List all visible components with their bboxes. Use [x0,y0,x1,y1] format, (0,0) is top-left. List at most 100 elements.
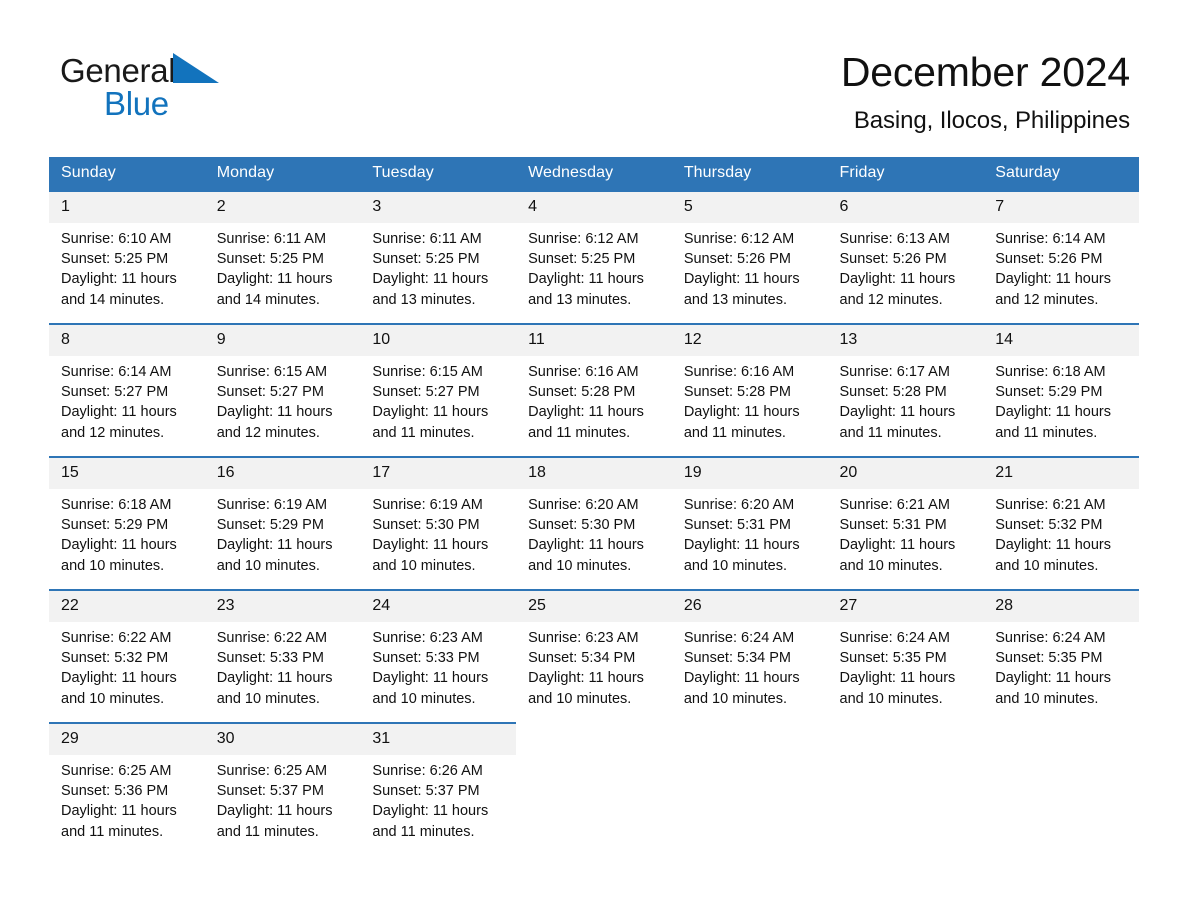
weekday-header-thursday: Thursday [671,157,828,191]
day-cell[interactable]: 9 Sunrise: 6:15 AM Sunset: 5:27 PM Daylight… [204,323,361,457]
day-cell[interactable]: 28 Sunrise: 6:24 AM Sunset: 5:35 PM Dayligh… [983,589,1139,723]
day-details: Sunrise: 6:21 AM Sunset: 5:32 PM Daylight:… [983,489,1139,576]
sunset-text: Sunset: 5:35 PM [995,650,1103,667]
day-cell[interactable]: 24 Sunrise: 6:23 AM Sunset: 5:33 PM Dayligh… [360,589,517,723]
daylight-text: Daylight: 11 hours and 10 minutes. [216,670,333,707]
day-cell[interactable]: 2 Sunrise: 6:11 AM Sunset: 5:25 PM Daylight… [204,190,361,324]
day-number: 27 [827,591,984,622]
sunset-text: Sunset: 5:33 PM [372,650,480,667]
day-details: Sunrise: 6:24 AM Sunset: 5:35 PM Daylight:… [983,622,1139,709]
sunrise-text: Sunrise: 6:16 AM [683,364,795,380]
sunrise-text: Sunrise: 6:19 AM [216,497,328,513]
day-cell[interactable]: 6 Sunrise: 6:13 AM Sunset: 5:26 PM Daylight… [827,190,984,324]
sunrise-text: Sunrise: 6:15 AM [372,364,483,380]
day-cell[interactable]: 29 Sunrise: 6:25 AM Sunset: 5:36 PM Dayligh… [49,722,205,856]
week-row: 1 Sunrise: 6:10 AM Sunset: 5:25 PM Daylight… [49,190,1139,324]
day-number: 10 [360,325,517,356]
sunrise-text: Sunrise: 6:15 AM [216,364,328,380]
daylight-text: Daylight: 11 hours and 14 minutes. [216,271,333,308]
daylight-text: Daylight: 11 hours and 10 minutes. [683,537,800,574]
sunrise-text: Sunrise: 6:21 AM [995,497,1106,513]
day-details: Sunrise: 6:12 AM Sunset: 5:26 PM Daylight:… [672,223,828,310]
weekday-header-tuesday: Tuesday [360,157,517,191]
week-row: 22 Sunrise: 6:22 AM Sunset: 5:32 PM Dayligh… [49,589,1139,723]
day-cell[interactable]: 1 Sunrise: 6:10 AM Sunset: 5:25 PM Daylight… [49,190,205,324]
daylight-text: Daylight: 11 hours and 12 minutes. [839,271,956,308]
weekday-header-monday: Monday [204,157,361,191]
day-number: 31 [360,724,517,755]
day-details: Sunrise: 6:11 AM Sunset: 5:25 PM Daylight:… [360,223,516,310]
weekday-header-saturday: Saturday [983,157,1139,191]
day-details: Sunrise: 6:22 AM Sunset: 5:32 PM Daylight:… [49,622,205,709]
day-cell[interactable]: 25 Sunrise: 6:23 AM Sunset: 5:34 PM Dayligh… [516,589,672,723]
day-details: Sunrise: 6:11 AM Sunset: 5:25 PM Daylight:… [205,223,361,310]
day-cell[interactable]: 3 Sunrise: 6:11 AM Sunset: 5:25 PM Daylight… [360,190,517,324]
daylight-text: Daylight: 11 hours and 10 minutes. [372,670,489,707]
day-cell[interactable]: 8 Sunrise: 6:14 AM Sunset: 5:27 PM Daylight… [49,323,205,457]
sunrise-text: Sunrise: 6:12 AM [528,231,639,247]
sunrise-text: Sunrise: 6:22 AM [61,630,172,646]
day-cell[interactable]: 5 Sunrise: 6:12 AM Sunset: 5:26 PM Daylight… [671,190,828,324]
sunrise-text: Sunrise: 6:26 AM [372,763,483,779]
day-cell[interactable]: 19 Sunrise: 6:20 AM Sunset: 5:31 PM Dayligh… [671,456,828,590]
day-cell[interactable]: 14 Sunrise: 6:18 AM Sunset: 5:29 PM Dayligh… [983,323,1139,457]
sunset-text: Sunset: 5:27 PM [216,384,324,401]
sunset-text: Sunset: 5:37 PM [216,783,324,800]
sunset-text: Sunset: 5:33 PM [216,650,324,667]
day-cell[interactable]: 31 Sunrise: 6:26 AM Sunset: 5:37 PM Dayligh… [360,722,517,856]
day-cell[interactable]: 22 Sunrise: 6:22 AM Sunset: 5:32 PM Dayligh… [49,589,205,723]
sunrise-text: Sunrise: 6:12 AM [683,231,795,247]
sunset-text: Sunset: 5:31 PM [839,517,947,534]
day-details: Sunrise: 6:23 AM Sunset: 5:33 PM Daylight:… [360,622,516,709]
day-number: 24 [360,591,517,622]
daylight-text: Daylight: 11 hours and 13 minutes. [372,271,489,308]
day-cell[interactable]: 16 Sunrise: 6:19 AM Sunset: 5:29 PM Dayligh… [204,456,361,590]
day-cell[interactable]: 18 Sunrise: 6:20 AM Sunset: 5:30 PM Dayligh… [516,456,672,590]
day-cell-empty [827,722,984,856]
day-number: 3 [360,192,517,223]
day-cell[interactable]: 13 Sunrise: 6:17 AM Sunset: 5:28 PM Dayligh… [827,323,984,457]
day-cell[interactable]: 17 Sunrise: 6:19 AM Sunset: 5:30 PM Dayligh… [360,456,517,590]
sunrise-text: Sunrise: 6:22 AM [216,630,328,646]
day-cell[interactable]: 26 Sunrise: 6:24 AM Sunset: 5:34 PM Dayligh… [671,589,828,723]
day-cell[interactable]: 15 Sunrise: 6:18 AM Sunset: 5:29 PM Dayligh… [49,456,205,590]
day-details: Sunrise: 6:25 AM Sunset: 5:37 PM Daylight:… [205,755,361,842]
sunrise-text: Sunrise: 6:11 AM [216,231,327,247]
day-details: Sunrise: 6:18 AM Sunset: 5:29 PM Daylight:… [49,489,205,576]
day-number: 30 [204,724,361,755]
sunset-text: Sunset: 5:25 PM [216,251,324,268]
day-details: Sunrise: 6:12 AM Sunset: 5:25 PM Daylight:… [516,223,672,310]
day-details: Sunrise: 6:14 AM Sunset: 5:27 PM Daylight:… [49,356,205,443]
day-details: Sunrise: 6:20 AM Sunset: 5:30 PM Daylight:… [516,489,672,576]
day-details: Sunrise: 6:16 AM Sunset: 5:28 PM Daylight:… [672,356,828,443]
day-cell[interactable]: 10 Sunrise: 6:15 AM Sunset: 5:27 PM Dayligh… [360,323,517,457]
day-cell[interactable]: 11 Sunrise: 6:16 AM Sunset: 5:28 PM Dayligh… [516,323,672,457]
sunset-text: Sunset: 5:25 PM [528,251,636,268]
day-number: 25 [516,591,672,622]
day-cell[interactable]: 4 Sunrise: 6:12 AM Sunset: 5:25 PM Daylight… [516,190,672,324]
day-number: 23 [204,591,361,622]
day-details: Sunrise: 6:20 AM Sunset: 5:31 PM Daylight:… [672,489,828,576]
sunset-text: Sunset: 5:25 PM [372,251,480,268]
day-cell[interactable]: 20 Sunrise: 6:21 AM Sunset: 5:31 PM Dayligh… [827,456,984,590]
day-number: 2 [204,192,361,223]
day-cell-empty [516,722,672,856]
day-cell[interactable]: 7 Sunrise: 6:14 AM Sunset: 5:26 PM Daylight… [983,190,1139,324]
day-cell[interactable]: 23 Sunrise: 6:22 AM Sunset: 5:33 PM Dayligh… [204,589,361,723]
day-cell[interactable]: 27 Sunrise: 6:24 AM Sunset: 5:35 PM Dayligh… [827,589,984,723]
day-cell[interactable]: 30 Sunrise: 6:25 AM Sunset: 5:37 PM Dayligh… [204,722,361,856]
sunset-text: Sunset: 5:30 PM [372,517,480,534]
day-details: Sunrise: 6:17 AM Sunset: 5:28 PM Daylight:… [828,356,984,443]
day-cell[interactable]: 21 Sunrise: 6:21 AM Sunset: 5:32 PM Dayligh… [983,456,1139,590]
sunrise-text: Sunrise: 6:20 AM [528,497,639,513]
daylight-text: Daylight: 11 hours and 10 minutes. [528,670,644,707]
day-number: 9 [204,325,361,356]
daylight-text: Daylight: 11 hours and 11 minutes. [839,404,956,441]
daylight-text: Daylight: 11 hours and 10 minutes. [839,537,956,574]
day-number: 29 [49,724,205,755]
sunset-text: Sunset: 5:29 PM [995,384,1103,401]
day-number: 13 [827,325,984,356]
day-cell[interactable]: 12 Sunrise: 6:16 AM Sunset: 5:28 PM Dayligh… [671,323,828,457]
day-details: Sunrise: 6:26 AM Sunset: 5:37 PM Daylight:… [360,755,516,842]
sunrise-text: Sunrise: 6:23 AM [372,630,483,646]
